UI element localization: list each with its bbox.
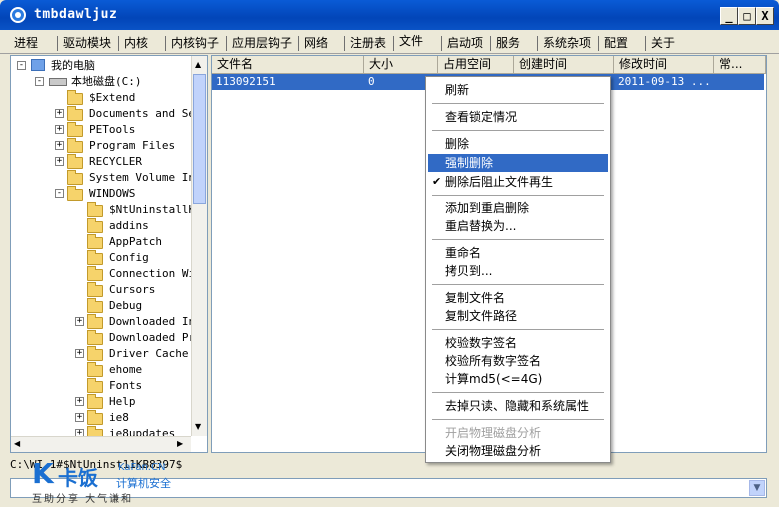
tab-kernel-hooks[interactable]: 内核钩子 <box>167 34 219 54</box>
expand-icon[interactable]: + <box>75 413 84 422</box>
folder-icon <box>87 394 103 409</box>
column-header-modified[interactable]: 修改时间 <box>614 56 714 74</box>
menu-item-rename[interactable]: 重命名 <box>428 244 608 262</box>
menu-item-copy-filepath[interactable]: 复制文件路径 <box>428 307 608 325</box>
folder-icon <box>67 170 83 185</box>
scroll-up-icon[interactable]: ▲ <box>195 60 201 69</box>
tab-app-hooks[interactable]: 应用层钩子 <box>228 34 292 54</box>
menu-item-view-lock[interactable]: 查看锁定情况 <box>428 108 608 126</box>
drive-icon <box>49 78 67 86</box>
watermark-slogan: 互助分享 大气谦和 <box>32 494 134 505</box>
folder-icon <box>87 266 103 281</box>
folder-icon <box>87 282 103 297</box>
kafan-k-icon: K <box>32 457 54 490</box>
menu-item-refresh[interactable]: 刷新 <box>428 81 608 99</box>
folder-icon <box>87 362 103 377</box>
menu-item-force-delete[interactable]: 强制删除 <box>428 154 608 172</box>
folder-open-icon <box>67 186 83 201</box>
folder-icon <box>87 410 103 425</box>
folder-icon <box>87 202 103 217</box>
menu-item-reboot-replace[interactable]: 重启替换为... <box>428 217 608 235</box>
folder-icon <box>87 314 103 329</box>
tree-vertical-scrollbar[interactable]: ▲ ▼ <box>191 56 207 436</box>
folder-icon <box>87 234 103 249</box>
expand-icon[interactable]: + <box>55 141 64 150</box>
tab-config[interactable]: 配置 <box>600 34 628 54</box>
expand-icon[interactable]: + <box>55 157 64 166</box>
expand-icon[interactable]: + <box>55 125 64 134</box>
tree-horizontal-scrollbar[interactable]: ◀ ▶ <box>11 436 191 452</box>
menu-item-add-reboot-delete[interactable]: 添加到重启删除 <box>428 199 608 217</box>
tab-processes[interactable]: 进程 <box>10 34 38 54</box>
folder-icon <box>87 378 103 393</box>
folder-icon <box>67 154 83 169</box>
checkmark-icon: ✔ <box>432 175 442 188</box>
column-header-used-space[interactable]: 占用空间 <box>438 56 514 74</box>
tab-network[interactable]: 网络 <box>300 34 328 54</box>
tab-file[interactable]: 文件 <box>395 32 423 52</box>
watermark-brand-en: KaFan.CN <box>118 462 166 473</box>
scroll-left-icon[interactable]: ◀ <box>14 439 20 448</box>
app-icon <box>10 7 26 23</box>
kafan-watermark-logo: K 卡饭 KaFan.CN 计算机安全 互助分享 大气谦和 <box>32 457 192 506</box>
folder-tree[interactable]: - 我的电脑 - 本地磁盘(C:) $Extend + Documents and… <box>10 55 208 453</box>
maximize-button[interactable]: □ <box>738 7 756 25</box>
tab-registry[interactable]: 注册表 <box>346 34 386 54</box>
computer-icon <box>31 59 45 71</box>
expand-icon[interactable]: + <box>75 397 84 406</box>
collapse-icon[interactable]: - <box>55 189 64 198</box>
cell-name: 113092151 <box>216 75 276 88</box>
menu-item-disable-disk-analysis[interactable]: 关闭物理磁盘分析 <box>428 442 608 460</box>
folder-icon <box>87 298 103 313</box>
collapse-icon[interactable]: - <box>17 61 26 70</box>
cell-modified: 2011-09-13 ... <box>618 75 711 88</box>
scroll-thumb[interactable] <box>193 74 206 204</box>
expand-icon[interactable]: + <box>55 109 64 118</box>
tab-services[interactable]: 服务 <box>492 34 520 54</box>
folder-icon <box>67 122 83 137</box>
column-header-name[interactable]: 文件名 <box>212 56 364 74</box>
folder-icon <box>87 346 103 361</box>
tree-root-label: 我的电脑 <box>51 59 95 72</box>
folder-icon <box>87 250 103 265</box>
tab-system-misc[interactable]: 系统杂项 <box>539 34 591 54</box>
tab-about[interactable]: 关于 <box>647 34 675 54</box>
expand-icon[interactable]: + <box>75 317 84 326</box>
minimize-button[interactable]: _ <box>720 7 738 25</box>
folder-icon <box>87 330 103 345</box>
window-title: tmbdawljuz <box>34 7 118 22</box>
menu-item-calc-md5[interactable]: 计算md5(<=4G) <box>428 370 608 388</box>
title-bar: tmbdawljuz _ □ X <box>0 0 779 30</box>
tab-drivers[interactable]: 驱动模块 <box>59 34 111 54</box>
tab-kernel[interactable]: 内核 <box>120 34 148 54</box>
column-header-size[interactable]: 大小 <box>364 56 438 74</box>
menu-item-verify-all-signatures[interactable]: 校验所有数字签名 <box>428 352 608 370</box>
column-header-attributes[interactable]: 常... <box>714 56 766 74</box>
scroll-right-icon[interactable]: ▶ <box>177 439 183 448</box>
menu-item-delete-prevent-regen[interactable]: ✔ 删除后阻止文件再生 <box>428 173 608 191</box>
expand-icon[interactable]: + <box>75 349 84 358</box>
menu-item-enable-disk-analysis: 开启物理磁盘分析 <box>445 426 542 440</box>
watermark-brand: 卡饭 <box>58 466 98 490</box>
watermark-brand-cn: 计算机安全 <box>116 477 171 490</box>
context-menu: 刷新 查看锁定情况 删除 强制删除 ✔ 删除后阻止文件再生 添加到重启删除 重启… <box>425 76 611 463</box>
menu-item-verify-signature[interactable]: 校验数字签名 <box>428 334 608 352</box>
scroll-down-icon[interactable]: ▼ <box>195 422 201 431</box>
menu-item-delete[interactable]: 删除 <box>428 135 608 153</box>
tab-startup[interactable]: 启动项 <box>443 34 483 54</box>
folder-icon <box>67 138 83 153</box>
close-button[interactable]: X <box>756 7 774 25</box>
chevron-down-icon[interactable]: ▼ <box>749 480 765 496</box>
collapse-icon[interactable]: - <box>35 77 44 86</box>
folder-icon <box>87 218 103 233</box>
menu-item-copy-to[interactable]: 拷贝到... <box>428 262 608 280</box>
column-header-created[interactable]: 创建时间 <box>514 56 614 74</box>
tab-bar: 进程 驱动模块 内核 内核钩子 应用层钩子 网络 注册表 文件 启动项 服务 系… <box>0 32 779 54</box>
folder-icon <box>67 90 83 105</box>
tree-drive-label: 本地磁盘(C:) <box>71 75 142 88</box>
folder-icon <box>67 106 83 121</box>
menu-item-remove-attributes[interactable]: 去掉只读、隐藏和系统属性 <box>428 397 608 415</box>
menu-item-copy-filename[interactable]: 复制文件名 <box>428 289 608 307</box>
